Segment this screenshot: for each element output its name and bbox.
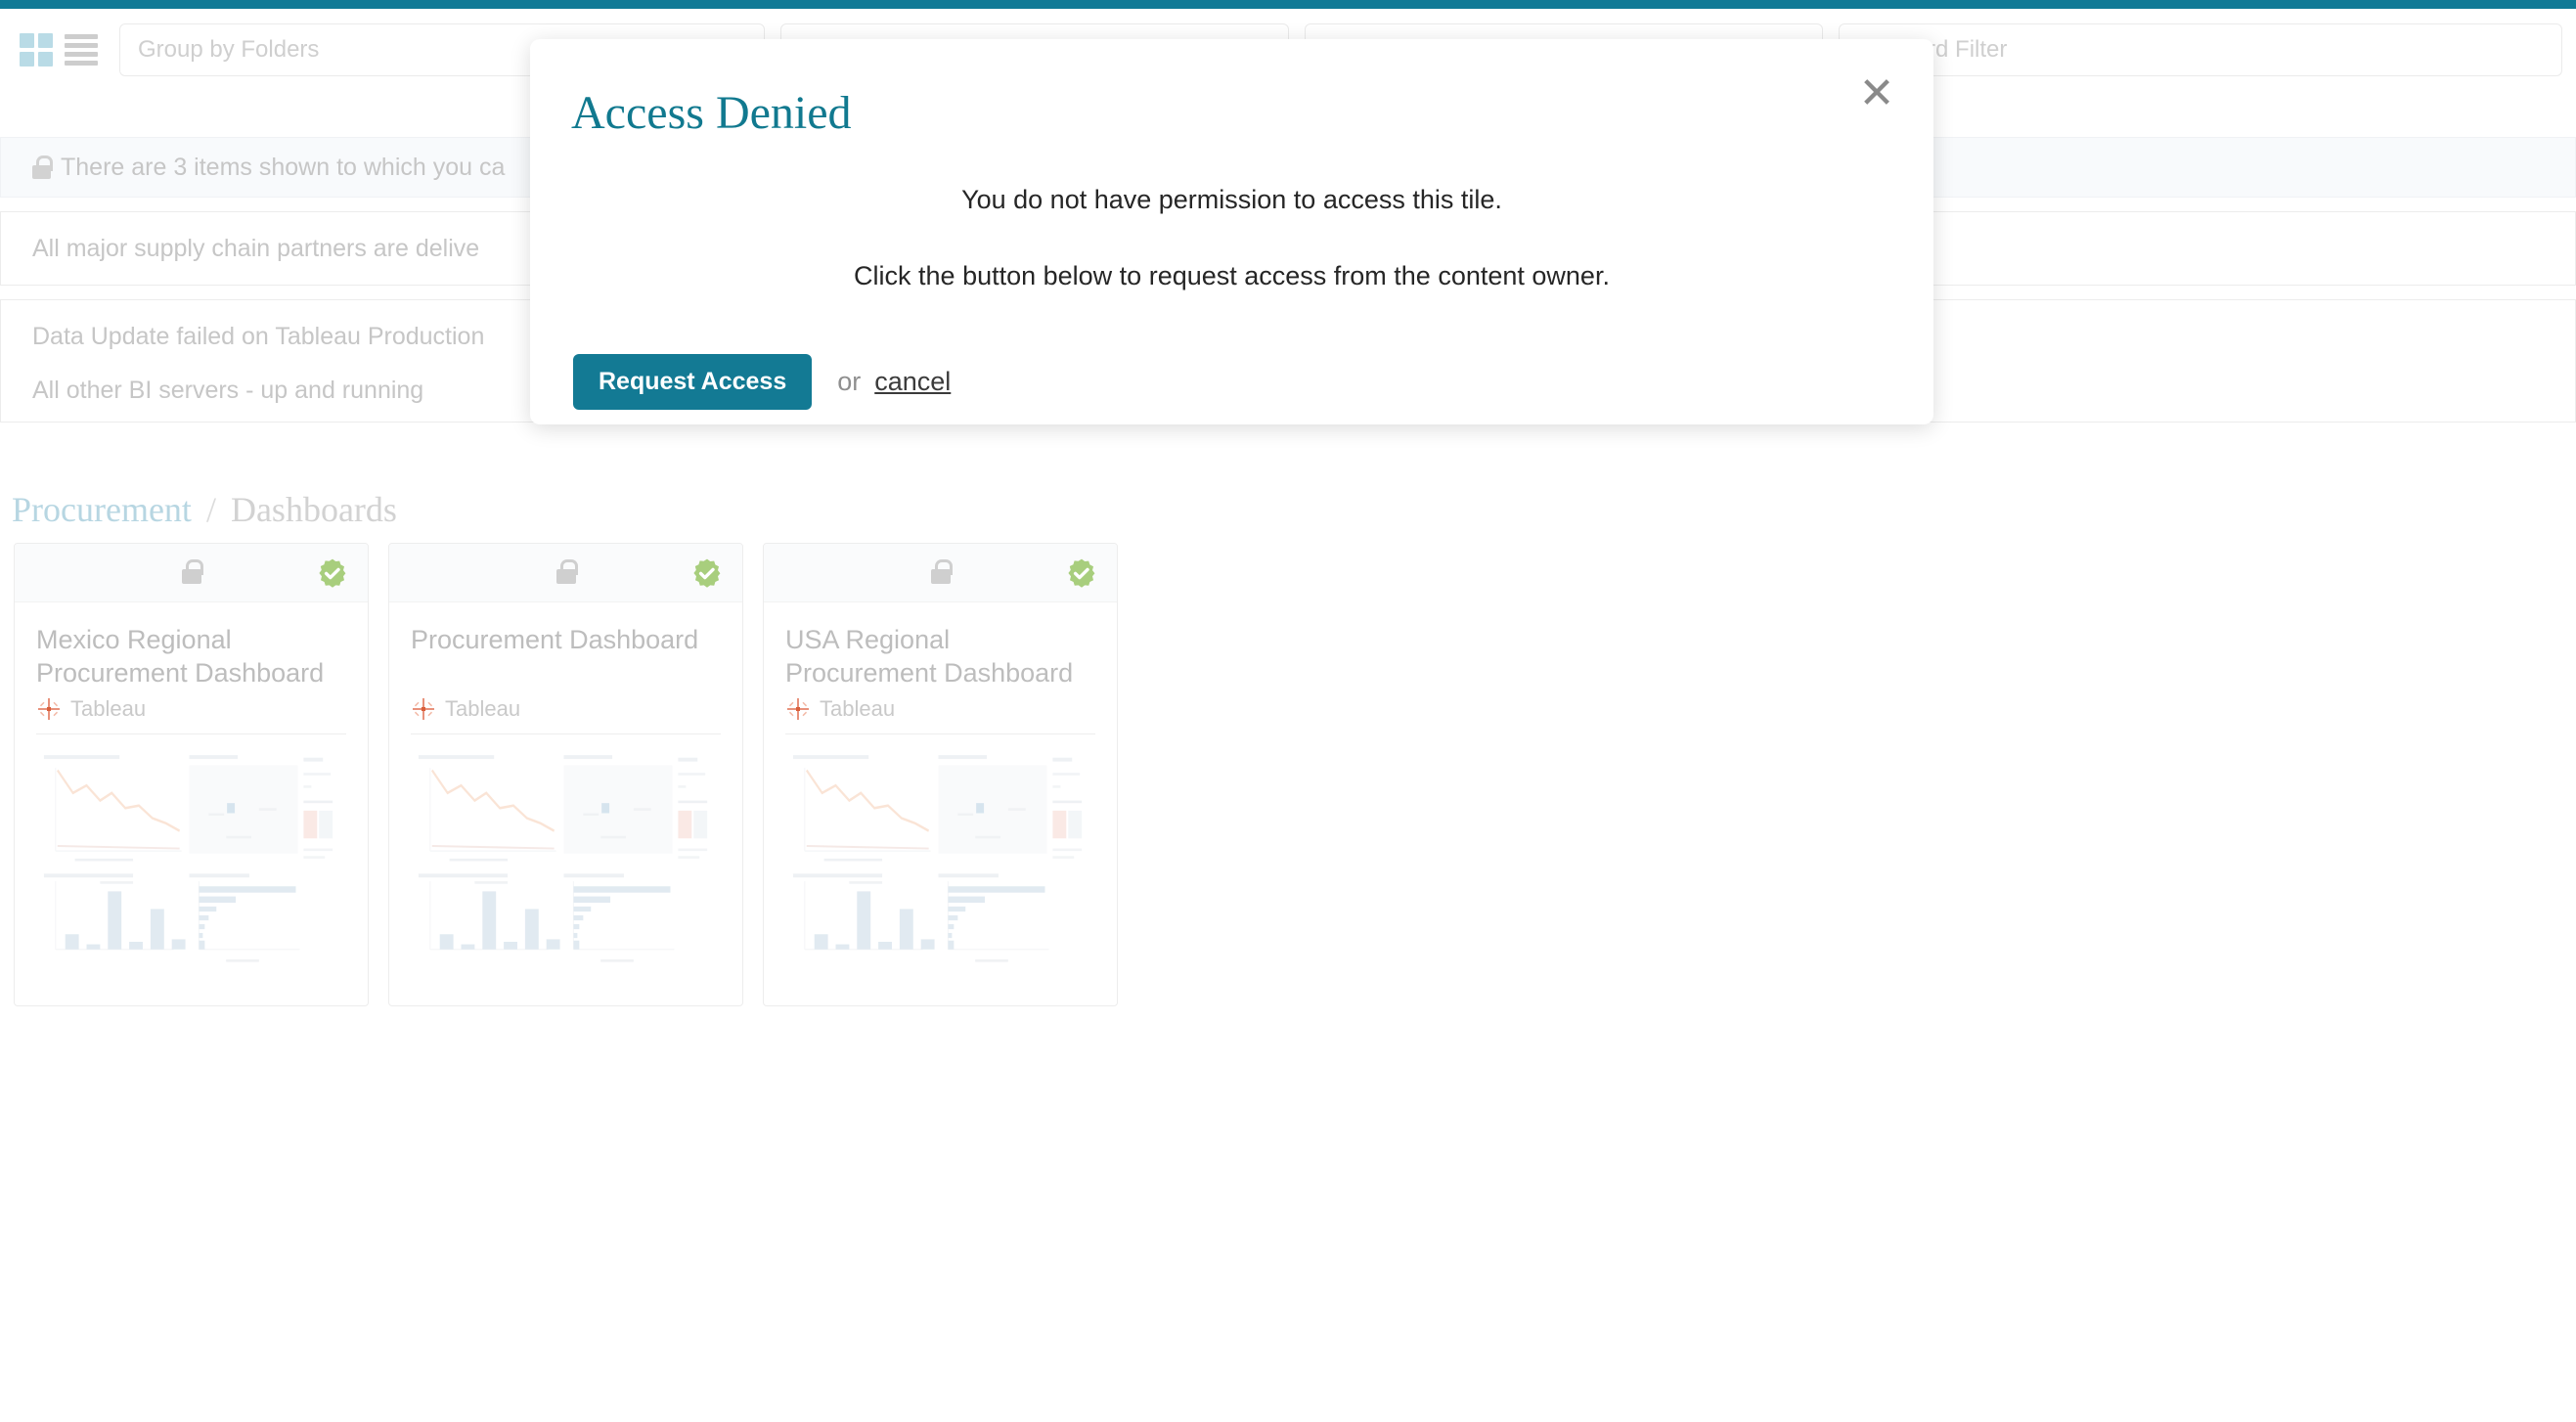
card-source-label: Tableau — [70, 696, 147, 721]
dashboard-card-grid: Mexico Regional Procurement Dashboard Ta… — [14, 543, 1118, 1006]
card-title: Procurement Dashboard — [411, 625, 699, 654]
card-header — [389, 544, 742, 602]
lock-icon — [181, 559, 203, 584]
grid-view-button[interactable] — [14, 27, 59, 72]
card-source: Tableau — [764, 696, 1117, 733]
dashboard-card[interactable]: Procurement Dashboard Tableau — [388, 543, 743, 1006]
status-banner-line-1: Data Update failed on Tableau Production — [32, 323, 485, 350]
restricted-items-notice-text: There are 3 items shown to which you ca — [61, 153, 506, 181]
dashboard-card[interactable]: Mexico Regional Procurement Dashboard Ta… — [14, 543, 369, 1006]
card-source-label: Tableau — [820, 696, 896, 721]
breadcrumb-item-dashboards: Dashboards — [230, 490, 397, 529]
breadcrumb: Procurement / Dashboards — [12, 489, 397, 530]
tableau-logo-icon — [785, 696, 811, 722]
request-access-button[interactable]: Request Access — [573, 354, 813, 410]
group-by-folders-placeholder: Group by Folders — [138, 35, 320, 63]
lock-icon — [930, 559, 953, 584]
verified-check-icon — [691, 557, 723, 589]
dashboard-card[interactable]: USA Regional Procurement Dashboard Table… — [763, 543, 1118, 1006]
list-view-icon — [65, 33, 98, 66]
status-banner-line-2: All other BI servers - up and running — [32, 377, 424, 404]
card-title: Mexico Regional Procurement Dashboard — [36, 625, 325, 688]
app-root: Group by Folders Keyword Filter There ar… — [0, 0, 2576, 1422]
card-header — [764, 544, 1117, 602]
close-icon[interactable]: ✕ — [1851, 68, 1902, 119]
card-header — [15, 544, 368, 602]
card-source: Tableau — [15, 696, 368, 733]
dialog-message-line-2: Click the button below to request access… — [854, 260, 1610, 290]
tableau-logo-icon — [411, 696, 436, 722]
card-source: Tableau — [389, 696, 742, 733]
lock-icon — [32, 156, 53, 179]
dialog-body: You do not have permission to access thi… — [530, 185, 1933, 290]
lock-icon — [555, 559, 578, 584]
cancel-link[interactable]: cancel — [874, 367, 951, 397]
keyword-filter-field[interactable]: Keyword Filter — [1839, 22, 2562, 76]
list-view-button[interactable] — [59, 27, 104, 72]
dialog-title: Access Denied — [571, 87, 852, 139]
dialog-message-line-1: You do not have permission to access thi… — [961, 185, 1502, 214]
announcement-banner-text: All major supply chain partners are deli… — [32, 234, 480, 262]
breadcrumb-item-procurement[interactable]: Procurement — [12, 490, 192, 529]
dialog-actions: Request Access or cancel — [573, 354, 951, 410]
tableau-logo-icon — [36, 696, 62, 722]
top-accent-bar — [0, 0, 2576, 9]
or-label: or — [837, 367, 862, 396]
card-title: USA Regional Procurement Dashboard — [785, 625, 1074, 688]
breadcrumb-separator: / — [205, 490, 216, 529]
card-source-label: Tableau — [445, 696, 521, 721]
access-denied-dialog: Access Denied ✕ You do not have permissi… — [530, 39, 1933, 424]
card-thumbnail — [389, 734, 742, 1005]
card-thumbnail — [764, 734, 1117, 1005]
verified-check-icon — [317, 557, 348, 589]
verified-check-icon — [1066, 557, 1097, 589]
card-thumbnail — [15, 734, 368, 1005]
grid-view-icon — [20, 32, 53, 67]
